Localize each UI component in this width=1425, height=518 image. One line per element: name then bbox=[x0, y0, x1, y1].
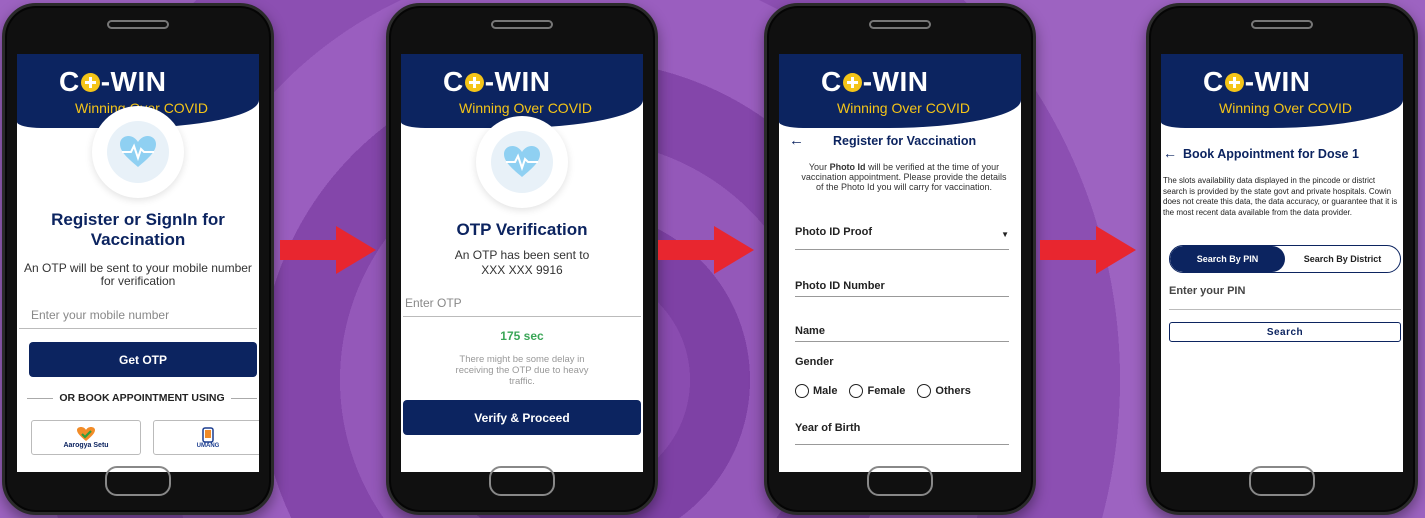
phone-speaker bbox=[491, 20, 553, 29]
photo-id-proof-select[interactable]: Photo ID Proof ▼ bbox=[795, 226, 1009, 250]
photo-id-note: Your Photo Id will be verified at the ti… bbox=[801, 162, 1007, 192]
cowin-logo: C -WIN bbox=[821, 66, 929, 97]
or-book-divider: OR BOOK APPOINTMENT USING bbox=[27, 392, 258, 404]
or-book-label: OR BOOK APPOINTMENT USING bbox=[59, 392, 225, 404]
dropdown-caret-icon: ▼ bbox=[1001, 230, 1009, 239]
gender-option-male[interactable]: Male bbox=[795, 384, 837, 398]
heart-pulse-icon bbox=[504, 146, 540, 177]
umang-button[interactable]: UMANG bbox=[153, 420, 259, 455]
heart-badge bbox=[92, 106, 184, 198]
home-button[interactable] bbox=[489, 466, 555, 496]
back-arrow-icon[interactable]: ← bbox=[1163, 145, 1177, 161]
app-header: C-WIN Winning Over COVID bbox=[1161, 54, 1403, 128]
aarogya-setu-button[interactable]: Aarogya Setu bbox=[31, 420, 141, 455]
register-title: Register or SignIn for Vaccination bbox=[51, 210, 225, 249]
plus-icon bbox=[80, 72, 100, 92]
gender-radio-group: Male Female Others bbox=[795, 384, 983, 398]
otp-delay-note: There might be some delay in receiving t… bbox=[455, 354, 589, 387]
get-otp-button[interactable]: Get OTP bbox=[29, 342, 257, 377]
phone-frame-3: C -WIN Winning Over COVID ← Register for … bbox=[764, 3, 1036, 515]
plus-icon bbox=[464, 72, 484, 92]
radio-unchecked-icon bbox=[795, 384, 809, 398]
otp-input[interactable]: Enter OTP bbox=[403, 296, 641, 317]
tab-search-by-district[interactable]: Search By District bbox=[1285, 246, 1400, 272]
search-button[interactable]: Search bbox=[1169, 322, 1401, 342]
gender-label: Gender bbox=[795, 356, 834, 368]
heart-pulse-icon bbox=[120, 136, 156, 167]
phone-frame-1: C-WIN Winning Over COVID Register or Sig… bbox=[2, 3, 274, 515]
app-tagline: Winning Over COVID bbox=[837, 100, 971, 116]
arrow-right-icon bbox=[658, 226, 754, 274]
register-subtitle: An OTP will be sent to your mobile numbe… bbox=[24, 261, 252, 288]
gender-option-others[interactable]: Others bbox=[917, 384, 971, 398]
otp-sent-line-2: XXX XXX 9916 bbox=[481, 263, 563, 277]
home-button[interactable] bbox=[105, 466, 171, 496]
screen-register-vaccination: C -WIN Winning Over COVID ← Register for … bbox=[779, 54, 1021, 472]
phone-frame-4: C -WIN Winning Over COVID ← Book Appointm… bbox=[1146, 3, 1418, 515]
pin-input[interactable]: Enter your PIN bbox=[1169, 285, 1401, 310]
gender-option-female[interactable]: Female bbox=[849, 384, 905, 398]
plus-icon bbox=[1224, 72, 1244, 92]
aarogya-setu-label: Aarogya Setu bbox=[63, 442, 109, 449]
phone-speaker bbox=[107, 20, 169, 29]
arrow-right-icon bbox=[1040, 226, 1136, 274]
home-button[interactable] bbox=[867, 466, 933, 496]
book-appointment-title: Book Appointment for Dose 1 bbox=[1183, 147, 1359, 161]
otp-title: OTP Verification bbox=[456, 220, 588, 239]
umang-label: UMANG bbox=[196, 442, 220, 449]
photo-id-number-input[interactable]: Photo ID Number bbox=[795, 280, 1009, 297]
cowin-logo: C -WIN bbox=[1203, 66, 1311, 97]
app-header: C-WIN Winning Over COVID bbox=[779, 54, 1021, 128]
umang-phone-icon bbox=[202, 426, 214, 443]
radio-unchecked-icon bbox=[849, 384, 864, 398]
heart-badge bbox=[476, 116, 568, 208]
slots-disclaimer: The slots availability data displayed in… bbox=[1163, 176, 1398, 217]
back-arrow-icon[interactable]: ← bbox=[789, 132, 804, 149]
search-mode-tabs: Search By PIN Search By District bbox=[1169, 245, 1401, 273]
year-of-birth-input[interactable]: Year of Birth bbox=[795, 422, 1009, 445]
arrow-right-icon bbox=[280, 226, 376, 274]
phone-speaker bbox=[869, 20, 931, 29]
photo-id-proof-label: Photo ID Proof bbox=[795, 226, 872, 238]
otp-sent-line-1: An OTP has been sent to bbox=[454, 248, 590, 262]
phone-frame-2: C -WIN Winning Over COVID OTP Verificatio… bbox=[386, 3, 658, 515]
app-tagline: Winning Over COVID bbox=[1219, 100, 1353, 116]
app-tagline: Winning Over COVID bbox=[459, 100, 593, 116]
register-vaccination-title: Register for Vaccination bbox=[833, 134, 977, 148]
radio-unchecked-icon bbox=[917, 384, 932, 398]
home-button[interactable] bbox=[1249, 466, 1315, 496]
otp-timer: 175 sec bbox=[500, 329, 544, 343]
plus-icon bbox=[842, 72, 862, 92]
phone-speaker bbox=[1251, 20, 1313, 29]
verify-proceed-button[interactable]: Verify & Proceed bbox=[403, 400, 641, 435]
tab-search-by-pin[interactable]: Search By PIN bbox=[1170, 246, 1285, 272]
aarogya-heart-icon bbox=[77, 427, 95, 441]
mobile-number-input[interactable]: Enter your mobile number bbox=[19, 308, 257, 329]
cowin-logo: C -WIN bbox=[443, 66, 551, 97]
screen-book-appointment: C -WIN Winning Over COVID ← Book Appointm… bbox=[1161, 54, 1403, 472]
name-input[interactable]: Name bbox=[795, 325, 1009, 342]
screen-register-signin: C-WIN Winning Over COVID Register or Sig… bbox=[17, 54, 259, 472]
cowin-logo: C -WIN bbox=[59, 66, 167, 97]
screen-otp-verification: C -WIN Winning Over COVID OTP Verificatio… bbox=[401, 54, 643, 472]
